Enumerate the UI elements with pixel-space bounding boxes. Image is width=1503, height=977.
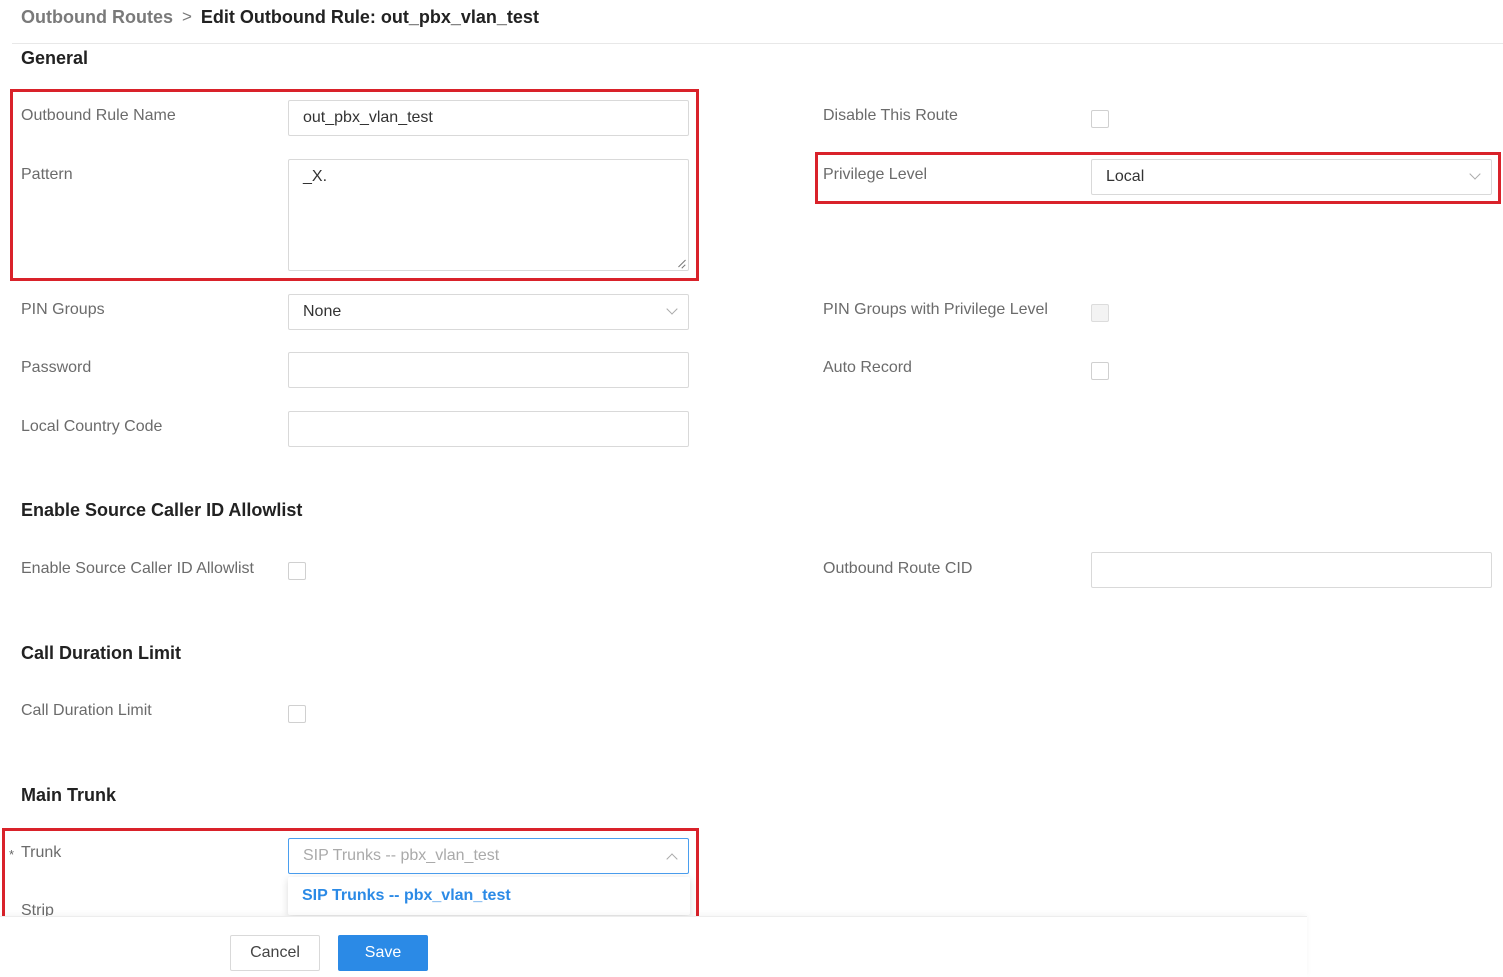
save-button[interactable]: Save [338, 935, 428, 971]
trunk-label: Trunk [21, 844, 62, 861]
outbound-rule-name-input[interactable] [288, 100, 689, 136]
allowlist-checkbox[interactable] [288, 562, 306, 580]
disable-route-label: Disable This Route [823, 107, 958, 124]
privilege-level-selected-value: Local [1106, 168, 1145, 185]
footer-bar [0, 916, 1307, 977]
local-country-code-label: Local Country Code [21, 418, 163, 435]
trunk-select[interactable]: SIP Trunks -- pbx_vlan_test [288, 838, 689, 874]
local-country-code-input[interactable] [288, 411, 689, 447]
password-label: Password [21, 359, 92, 376]
cancel-button[interactable]: Cancel [230, 935, 320, 971]
resize-grip-icon[interactable] [676, 258, 686, 268]
header-divider [12, 43, 1503, 44]
section-title-main-trunk: Main Trunk [21, 785, 117, 805]
pin-groups-label: PIN Groups [21, 301, 105, 318]
breadcrumb: Outbound Routes > Edit Outbound Rule: ou… [21, 6, 539, 28]
required-marker: * [9, 847, 15, 862]
section-title-general: General [21, 48, 89, 68]
auto-record-label: Auto Record [823, 359, 912, 376]
breadcrumb-outbound-routes-link[interactable]: Outbound Routes [21, 7, 173, 28]
page-title: Edit Outbound Rule: out_pbx_vlan_test [200, 6, 539, 27]
pin-groups-privilege-label: PIN Groups with Privilege Level [823, 301, 1048, 318]
breadcrumb-separator: > [181, 7, 192, 26]
call-duration-limit-checkbox[interactable] [288, 705, 306, 723]
pattern-textarea[interactable]: _X. [288, 159, 689, 271]
chevron-up-icon [666, 853, 678, 865]
call-duration-limit-label: Call Duration Limit [21, 702, 152, 719]
outbound-rule-name-label: Outbound Rule Name [21, 107, 176, 124]
section-title-call-duration: Call Duration Limit [21, 643, 182, 663]
trunk-option[interactable]: SIP Trunks -- pbx_vlan_test [288, 877, 690, 915]
privilege-level-select[interactable]: Local [1091, 159, 1492, 195]
pin-groups-privilege-checkbox [1091, 304, 1109, 322]
disable-route-checkbox[interactable] [1091, 110, 1109, 128]
strip-label: Strip [21, 902, 54, 916]
trunk-select-placeholder: SIP Trunks -- pbx_vlan_test [303, 847, 500, 864]
privilege-level-label: Privilege Level [823, 166, 928, 183]
password-input[interactable] [288, 352, 689, 388]
chevron-down-icon [1469, 168, 1481, 180]
trunk-dropdown-menu: SIP Trunks -- pbx_vlan_test [288, 877, 690, 915]
outbound-route-cid-label: Outbound Route CID [823, 560, 973, 577]
pin-groups-selected-value: None [303, 303, 342, 320]
outbound-route-cid-input[interactable] [1091, 552, 1492, 588]
section-title-allowlist: Enable Source Caller ID Allowlist [21, 500, 303, 520]
chevron-down-icon [666, 303, 678, 315]
allowlist-label: Enable Source Caller ID Allowlist [21, 560, 254, 577]
pattern-label: Pattern [21, 166, 73, 183]
pin-groups-select[interactable]: None [288, 294, 689, 330]
auto-record-checkbox[interactable] [1091, 362, 1109, 380]
